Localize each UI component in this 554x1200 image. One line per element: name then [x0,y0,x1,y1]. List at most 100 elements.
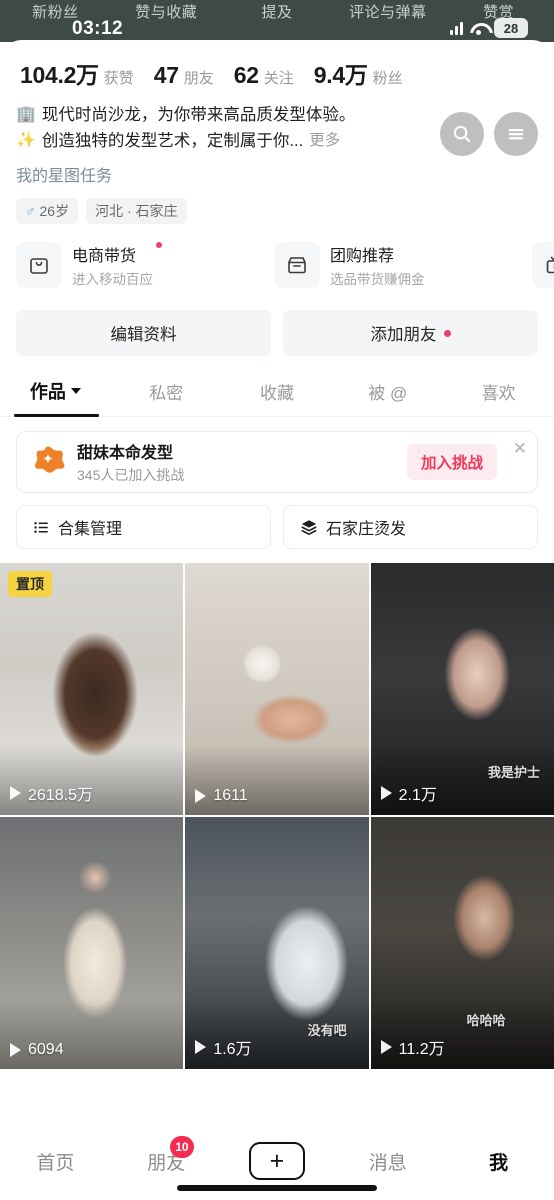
chevron-down-icon [70,388,81,394]
location-topic-chip[interactable]: 石家庄烫发 [283,505,538,549]
video-caption: 我是护士 [487,765,540,780]
wifi-icon [470,22,487,35]
play-icon [380,786,392,800]
challenge-banner-text: 甜妹本命发型 345人已加入挑战 [77,439,184,485]
stat-followers[interactable]: 9.4万 粉丝 [314,56,403,90]
stat-following-value: 62 [233,62,259,88]
service-title-ecommerce: 电商带货 [72,242,162,266]
video-play-count: 1611 [195,787,248,805]
video-play-count-value: 6094 [28,1041,64,1058]
video-cell[interactable]: 1611 [185,563,369,815]
video-play-count: 2.1万 [380,781,437,805]
nav-friends[interactable]: 朋友 10 [111,1135,222,1175]
add-friend-notification-dot [443,329,451,337]
nav-profile[interactable]: 我 [443,1148,554,1175]
add-friend-button[interactable]: 添加朋友 [283,310,538,356]
video-cell-selected[interactable]: 没有吧 1.6万 [185,817,369,1069]
video-play-count: 6094 [10,1041,64,1059]
service-card-group-buy[interactable]: 团购推荐 选品带货赚佣金 [274,242,522,288]
close-icon[interactable]: ✕ [513,440,527,457]
video-cell[interactable]: 哈哈哈 11.2万 [370,817,554,1069]
tab-works[interactable]: 作品 [0,378,111,416]
service-card-ecommerce[interactable]: 电商带货 进入移动百应 [16,242,264,288]
collection-manage-label: 合集管理 [58,521,123,538]
stat-following-label: 关注 [263,70,294,87]
play-icon [10,786,21,800]
collection-manage-chip[interactable]: 合集管理 [16,505,271,549]
video-play-count-value: 1.6万 [213,1041,252,1058]
content-tabs: 作品 私密 收藏 被 @ 喜欢 [0,356,554,417]
play-icon [380,1040,392,1054]
profile-sheet: 104.2万 获赞 47 朋友 62 关注 9.4万 粉丝 🏢 现代时尚沙龙，为… [0,40,554,1200]
stat-friends-label: 朋友 [183,70,214,87]
video-grid: 置顶 2618.5万 1611 我是护士 2.1万 6094 没有吧 1.6万 … [0,563,554,1069]
service-card-anchor-center[interactable]: 主播中心 编辑直播 [532,242,554,288]
battery-indicator: 28 [494,18,528,38]
star-task-link[interactable]: 我的星图任务 [0,154,554,186]
nav-friends-badge: 10 [170,1135,194,1158]
stat-friends-value: 47 [153,62,179,88]
service-sub-group-buy: 选品带货赚佣金 [330,272,425,287]
tab-mentioned[interactable]: 被 @ [332,379,443,416]
hamburger-menu-icon [508,128,524,140]
profile-stats: 104.2万 获赞 47 朋友 62 关注 9.4万 粉丝 [0,40,554,90]
location-tag[interactable]: 河北 · 石家庄 [86,198,187,224]
bio-more-link[interactable]: 更多 [309,128,340,154]
create-post-button[interactable]: + [248,1142,305,1180]
tab-liked[interactable]: 喜欢 [443,379,554,416]
active-tab-underline [14,414,99,417]
stat-likes[interactable]: 104.2万 获赞 [20,56,134,90]
signal-bars-icon [450,21,463,35]
stat-followers-value: 9.4万 [313,62,368,88]
pinned-badge: 置顶 [8,571,52,597]
sparkle-badge-icon [31,445,65,479]
sparkles-icon: ✨ [16,132,36,149]
bio-line-1-text: 现代时尚沙龙，为你带来高品质发型体验。 [41,106,356,124]
stat-friends[interactable]: 47 朋友 [154,62,214,89]
nav-create[interactable]: + [222,1142,333,1180]
home-indicator [177,1185,377,1191]
layers-icon [301,520,317,536]
video-play-count: 1.6万 [195,1035,252,1059]
menu-button[interactable] [494,112,538,156]
bio-line-2: ✨ 创造独特的发型艺术，定制属于你... 更多 [16,128,400,154]
header-actions [440,112,538,156]
male-gender-icon: ♂ [25,203,36,219]
status-time: 03:12 [72,18,124,39]
video-cell[interactable]: 6094 [0,817,184,1069]
building-icon: 🏢 [16,106,36,123]
video-cell[interactable]: 我是护士 2.1万 [370,563,554,815]
nav-home[interactable]: 首页 [0,1148,111,1175]
storefront-icon [274,242,320,288]
tab-works-label: 作品 [29,382,66,402]
stat-likes-label: 获赞 [103,70,134,87]
plus-icon: + [269,1146,285,1175]
challenge-title: 甜妹本命发型 [77,445,174,462]
shopping-bag-icon [16,242,62,288]
age-tag-label: 26岁 [39,203,70,219]
profile-bio: 🏢 现代时尚沙龙，为你带来高品质发型体验。 ✨ 创造独特的发型艺术，定制属于你.… [0,90,420,154]
add-friend-label: 添加朋友 [370,326,437,344]
video-caption: 哈哈哈 [466,1013,506,1028]
bio-line-1: 🏢 现代时尚沙龙，为你带来高品质发型体验。 [16,102,400,128]
play-icon [10,1043,21,1057]
stat-likes-value: 104.2万 [20,62,99,88]
stat-following[interactable]: 62 关注 [234,62,294,89]
tab-private[interactable]: 私密 [111,379,222,416]
join-challenge-button[interactable]: 加入挑战 [406,444,497,480]
tab-favorites[interactable]: 收藏 [222,379,333,416]
search-button[interactable] [440,112,484,156]
play-icon [195,789,207,803]
video-caption: 没有吧 [307,1023,347,1038]
tv-play-icon [532,242,554,288]
nav-messages[interactable]: 消息 [332,1148,443,1175]
location-topic-label: 石家庄烫发 [326,521,407,538]
challenge-banner[interactable]: 甜妹本命发型 345人已加入挑战 加入挑战 ✕ [16,431,538,493]
edit-profile-button[interactable]: 编辑资料 [16,310,271,356]
video-play-count-value: 2.1万 [398,787,437,804]
service-title-group-buy: 团购推荐 [330,248,395,265]
video-cell[interactable]: 置顶 2618.5万 [0,563,184,815]
age-tag[interactable]: ♂ 26岁 [16,198,79,224]
video-play-count-value: 11.2万 [398,1041,445,1058]
video-play-count: 11.2万 [380,1035,445,1059]
